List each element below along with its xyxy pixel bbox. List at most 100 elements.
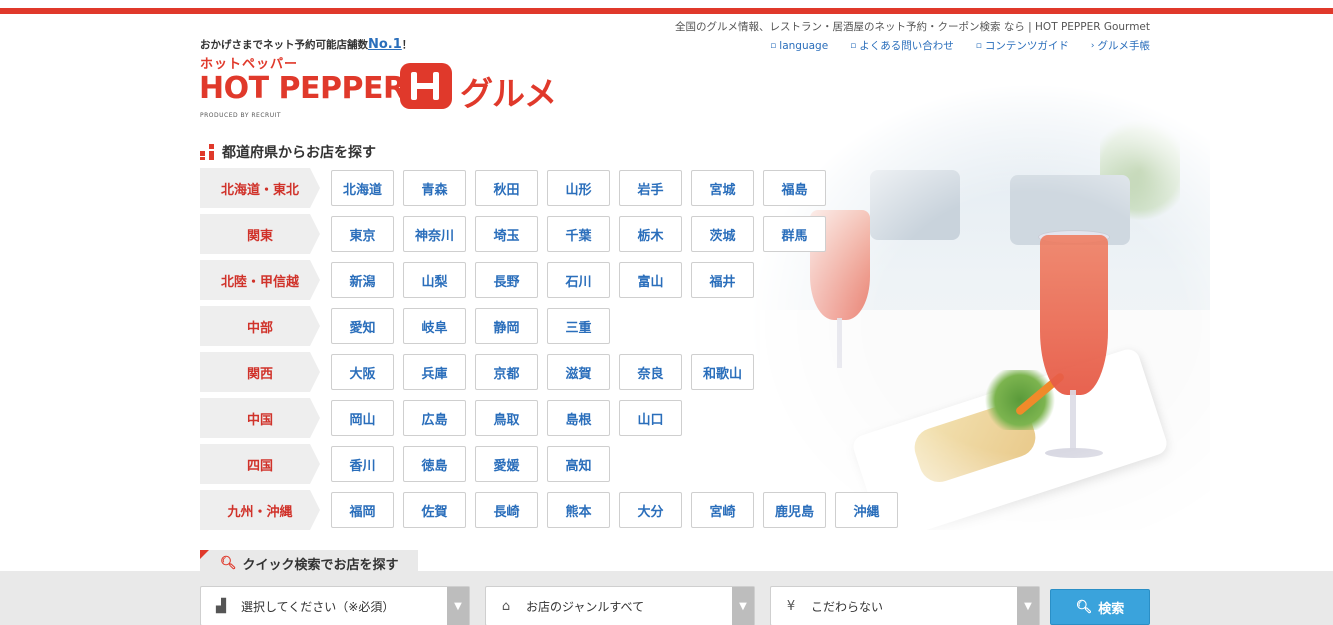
prefecture-button[interactable]: 福島 [763, 170, 826, 206]
search-icon: 🔍︎ [220, 555, 237, 571]
region-label[interactable]: 九州・沖縄 [200, 490, 320, 530]
prefecture-list: 香川 徳島 愛媛 高知 [331, 446, 610, 482]
prefecture-button[interactable]: 福岡 [331, 492, 394, 528]
prefecture-button[interactable]: 広島 [403, 400, 466, 436]
header-link[interactable]: ▫ よくある問い合わせ [850, 38, 954, 53]
region-row: 関西 大阪 兵庫 京都 滋賀 奈良 和歌山 [200, 352, 754, 392]
prefecture-button[interactable]: 大阪 [331, 354, 394, 390]
prefecture-button[interactable]: 山形 [547, 170, 610, 206]
area-marker-icon [200, 144, 216, 160]
region-label[interactable]: 関東 [200, 214, 320, 254]
hero-food-image [740, 70, 1210, 530]
region-label[interactable]: 関西 [200, 352, 320, 392]
prefecture-button[interactable]: 京都 [475, 354, 538, 390]
prefecture-button[interactable]: 岩手 [619, 170, 682, 206]
prefecture-list: 岡山 広島 鳥取 島根 山口 [331, 400, 682, 436]
prefecture-button[interactable]: 徳島 [403, 446, 466, 482]
prefecture-button[interactable]: 三重 [547, 308, 610, 344]
prefecture-button[interactable]: 新潟 [331, 262, 394, 298]
logo-h-icon[interactable] [400, 63, 452, 109]
header-links: ▫ language ▫ よくある問い合わせ ▫ コンテンツガイド › グルメ手帳 [770, 38, 1150, 53]
logo-kana[interactable]: ホットペッパー [200, 53, 298, 72]
prefecture-button[interactable]: 香川 [331, 446, 394, 482]
prefecture-button[interactable]: 北海道 [331, 170, 394, 206]
logo-gourmet[interactable]: グルメ [460, 67, 557, 115]
prefecture-button[interactable]: 宮城 [691, 170, 754, 206]
region-row: 北海道・東北 北海道 青森 秋田 山形 岩手 宮城 福島 [200, 168, 826, 208]
region-label[interactable]: 中部 [200, 306, 320, 346]
prefecture-button[interactable]: 愛媛 [475, 446, 538, 482]
budget-select-value: こだわらない [811, 599, 884, 614]
area-marker-icon: ▟ [216, 598, 226, 614]
prefecture-button[interactable]: 神奈川 [403, 216, 466, 252]
header-link[interactable]: › グルメ手帳 [1091, 38, 1150, 53]
region-label[interactable]: 北海道・東北 [200, 168, 320, 208]
prefecture-button[interactable]: 高知 [547, 446, 610, 482]
prefecture-button[interactable]: 鹿児島 [763, 492, 826, 528]
link-icon: ▫ [850, 40, 857, 51]
region-label[interactable]: 中国 [200, 398, 320, 438]
logo-hot-pepper[interactable]: HOT PEPPER [199, 71, 406, 106]
yen-icon: ¥ [786, 598, 796, 614]
prefecture-button[interactable]: 秋田 [475, 170, 538, 206]
prefecture-button[interactable]: 愛知 [331, 308, 394, 344]
prefecture-button[interactable]: 島根 [547, 400, 610, 436]
chevron-down-icon[interactable]: ▼ [447, 587, 469, 625]
genre-select[interactable]: ⌂ お店のジャンルすべて ▼ [485, 586, 755, 625]
prefecture-button[interactable]: 兵庫 [403, 354, 466, 390]
prefecture-button[interactable]: 福井 [691, 262, 754, 298]
prefecture-button[interactable]: 岡山 [331, 400, 394, 436]
prefecture-button[interactable]: 群馬 [763, 216, 826, 252]
search-button-label: 検索 [1098, 601, 1125, 617]
logo-produced-by: PRODUCED BY RECRUIT [200, 112, 282, 119]
prefecture-button[interactable]: 山梨 [403, 262, 466, 298]
prefecture-list: 東京 神奈川 埼玉 千葉 栃木 茨城 群馬 [331, 216, 826, 252]
region-label[interactable]: 四国 [200, 444, 320, 484]
prefecture-button[interactable]: 和歌山 [691, 354, 754, 390]
prefecture-list: 北海道 青森 秋田 山形 岩手 宮城 福島 [331, 170, 826, 206]
prefecture-button[interactable]: 千葉 [547, 216, 610, 252]
chevron-down-icon[interactable]: ▼ [1017, 587, 1039, 625]
budget-select[interactable]: ¥ こだわらない ▼ [770, 586, 1040, 625]
link-icon: ▫ [770, 40, 777, 51]
prefecture-button[interactable]: 岐阜 [403, 308, 466, 344]
prefecture-button[interactable]: 沖縄 [835, 492, 898, 528]
prefecture-button[interactable]: 茨城 [691, 216, 754, 252]
prefecture-button[interactable]: 青森 [403, 170, 466, 206]
header-link-label: グルメ手帳 [1097, 40, 1151, 52]
prefecture-button[interactable]: 栃木 [619, 216, 682, 252]
prefecture-button[interactable]: 埼玉 [475, 216, 538, 252]
header-link[interactable]: ▫ コンテンツガイド [976, 38, 1069, 53]
header-link-label: よくある問い合わせ [859, 40, 954, 52]
prefecture-button[interactable]: 富山 [619, 262, 682, 298]
prefecture-button[interactable]: 大分 [619, 492, 682, 528]
prefecture-button[interactable]: 滋賀 [547, 354, 610, 390]
region-row: 関東 東京 神奈川 埼玉 千葉 栃木 茨城 群馬 [200, 214, 826, 254]
region-label[interactable]: 北陸・甲信越 [200, 260, 320, 300]
header-link-label: language [779, 39, 829, 52]
prefecture-button[interactable]: 石川 [547, 262, 610, 298]
genre-select-value: お店のジャンルすべて [526, 599, 645, 614]
area-select-value: 選択してください（※必須） [241, 599, 395, 614]
prefecture-button[interactable]: 長崎 [475, 492, 538, 528]
prefecture-button[interactable]: 東京 [331, 216, 394, 252]
catch-no1[interactable]: No.1 [368, 37, 402, 52]
header-link[interactable]: ▫ language [770, 38, 828, 53]
region-row: 中部 愛知 岐阜 静岡 三重 [200, 306, 610, 346]
prefecture-button[interactable]: 山口 [619, 400, 682, 436]
prefecture-button[interactable]: 奈良 [619, 354, 682, 390]
catch-suffix: ！ [401, 39, 413, 51]
home-icon: ⌂ [501, 598, 511, 614]
area-select[interactable]: ▟ 選択してください（※必須） ▼ [200, 586, 470, 625]
prefecture-button[interactable]: 鳥取 [475, 400, 538, 436]
search-button[interactable]: 🔍︎ 検索 [1050, 589, 1150, 625]
prefecture-button[interactable]: 静岡 [475, 308, 538, 344]
prefecture-button[interactable]: 佐賀 [403, 492, 466, 528]
prefecture-button[interactable]: 熊本 [547, 492, 610, 528]
area-search-title: 都道府県からお店を探す [200, 142, 376, 162]
chevron-down-icon[interactable]: ▼ [732, 587, 754, 625]
prefecture-button[interactable]: 長野 [475, 262, 538, 298]
search-icon: 🔍︎ [1075, 599, 1093, 615]
region-row: 九州・沖縄 福岡 佐賀 長崎 熊本 大分 宮崎 鹿児島 沖縄 [200, 490, 898, 530]
prefecture-button[interactable]: 宮崎 [691, 492, 754, 528]
